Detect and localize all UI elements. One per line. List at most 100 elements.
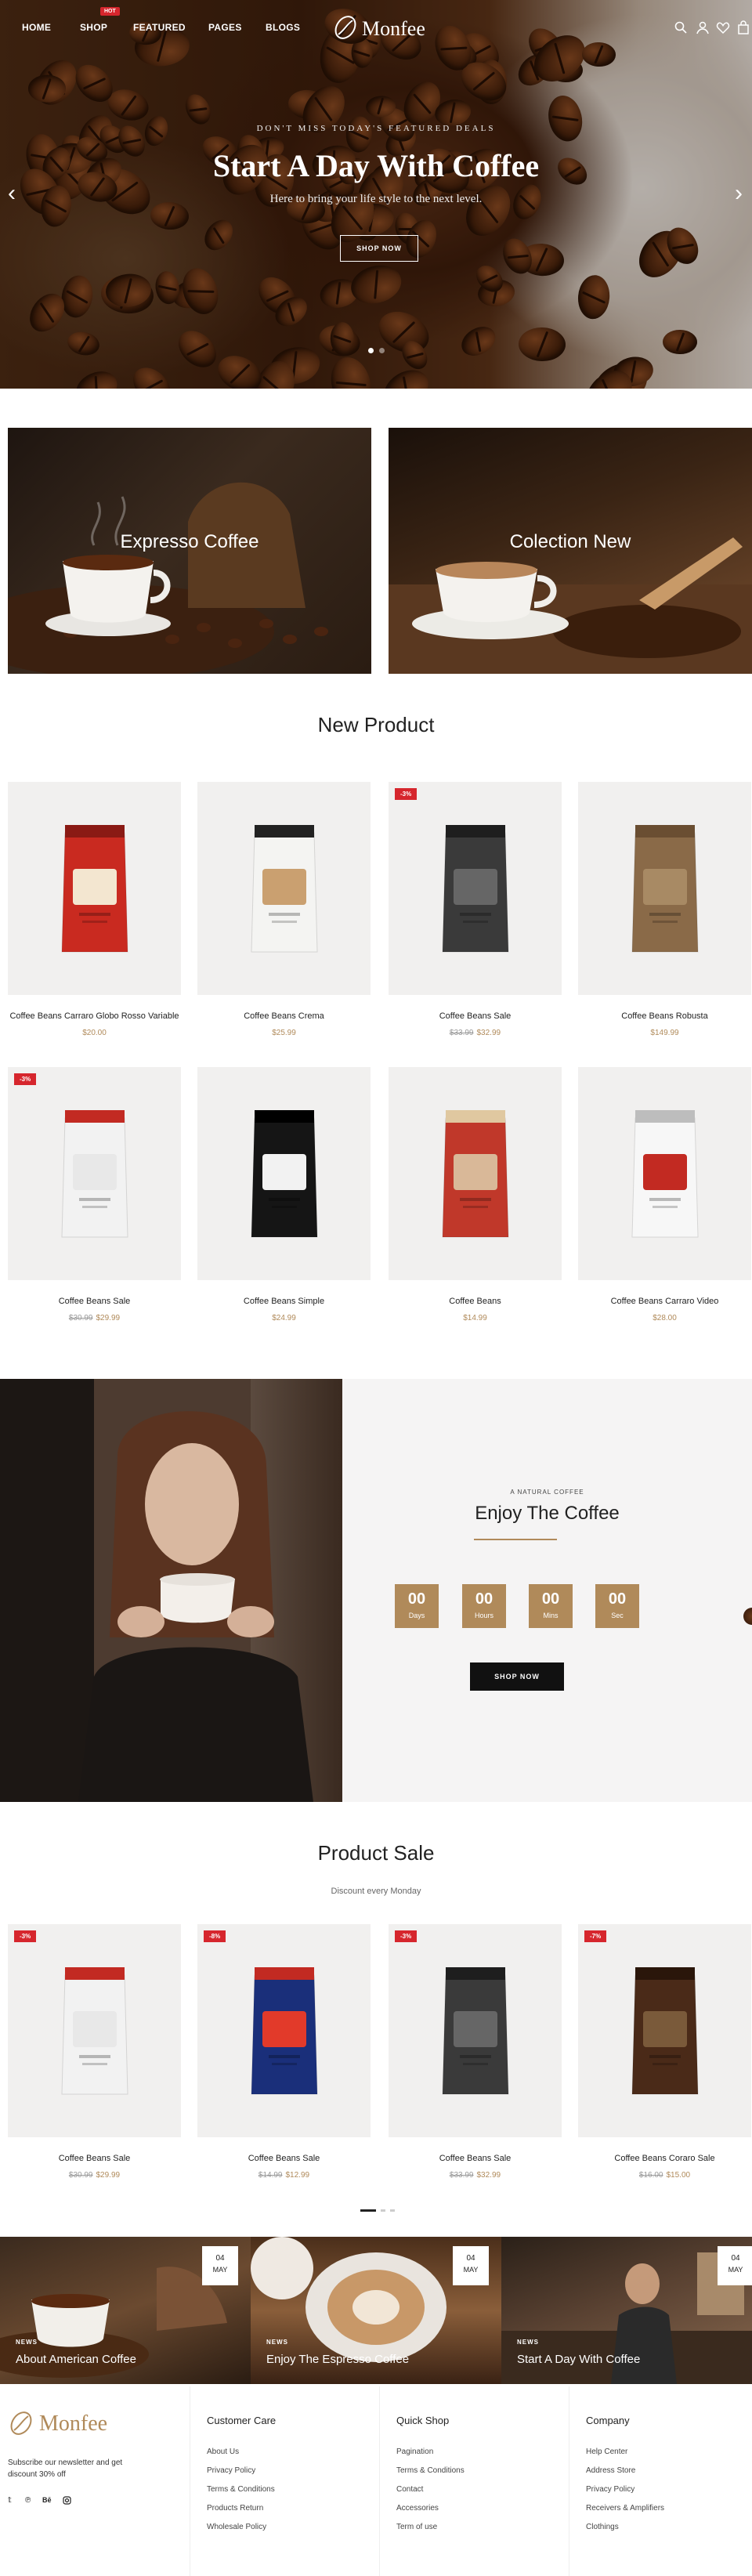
product-name[interactable]: Coffee Beans Crema (197, 1011, 371, 1022)
nav-featured[interactable]: FEATURED (133, 22, 186, 33)
product-image[interactable]: -3% (389, 1924, 562, 2137)
product-name[interactable]: Coffee Beans Sale (8, 2153, 181, 2165)
nav-blogs[interactable]: BLOGS (266, 22, 300, 33)
footer-link[interactable]: Terms & Conditions (207, 2485, 276, 2494)
current-price: $15.00 (666, 2171, 691, 2180)
twitter-icon[interactable]: 𝕥 (8, 2496, 12, 2505)
footer-link[interactable]: Privacy Policy (586, 2485, 664, 2494)
behance-icon[interactable]: Bē (42, 2496, 52, 2504)
news-card-1[interactable]: 04 MAY NEWS About American Coffee (0, 2237, 251, 2384)
coffee-bean-logo-icon (334, 16, 356, 39)
footer-link[interactable]: Privacy Policy (207, 2466, 276, 2475)
product-sale-subtitle: Discount every Monday (331, 1887, 421, 1896)
news-day: 04 (731, 2254, 740, 2263)
footer-link[interactable]: Address Store (586, 2466, 664, 2475)
nav-home[interactable]: HOME (22, 22, 51, 33)
nav-shop[interactable]: SHOP (80, 22, 107, 33)
product-image[interactable] (8, 782, 181, 995)
slider-dot[interactable] (379, 348, 385, 353)
footer-link[interactable]: Wholesale Policy (207, 2523, 276, 2531)
hot-badge: HOT (100, 7, 120, 16)
product-card[interactable]: -7% Coffee Beans Coraro Sale $16.00 $15.00 (578, 1924, 751, 2180)
footer-link[interactable]: Contact (396, 2485, 465, 2494)
product-image[interactable] (578, 782, 751, 995)
product-name[interactable]: Coffee Beans Simple (197, 1296, 371, 1308)
prev-slide-icon[interactable]: ‹ (8, 180, 16, 207)
news-title[interactable]: About American Coffee (16, 2353, 136, 2366)
carousel-page[interactable] (381, 2209, 385, 2212)
news-month: MAY (212, 2266, 228, 2274)
product-card[interactable]: Coffee Beans Simple $24.99 (197, 1067, 371, 1322)
product-image[interactable]: -3% (8, 1924, 181, 2137)
wishlist-heart-icon[interactable] (716, 20, 730, 34)
product-name[interactable]: Coffee Beans Sale (389, 1011, 562, 1022)
news-date: 04 MAY (202, 2246, 238, 2285)
product-card[interactable]: -3% Coffee Beans Sale $30.99 $29.99 (8, 1067, 181, 1322)
product-image[interactable]: -7% (578, 1924, 751, 2137)
product-image[interactable] (578, 1067, 751, 1280)
product-name[interactable]: Coffee Beans Sale (8, 1296, 181, 1308)
product-image[interactable] (389, 1067, 562, 1280)
carousel-page[interactable] (390, 2209, 395, 2212)
news-title[interactable]: Start A Day With Coffee (517, 2353, 640, 2366)
nav-pages[interactable]: PAGES (208, 22, 242, 33)
hero-slider: HOME SHOP HOT FEATURED PAGES BLOGS Monfe… (0, 0, 752, 389)
product-card[interactable]: -3% Coffee Beans Sale $33.99 $32.99 (389, 1924, 562, 2180)
product-image[interactable] (197, 1067, 371, 1280)
product-name[interactable]: Coffee Beans Carraro Globo Rosso Variabl… (8, 1011, 181, 1022)
banner-label: Expresso Coffee (120, 531, 259, 552)
footer-link[interactable]: About Us (207, 2448, 276, 2456)
news-title[interactable]: Enjoy The Espresso Coffee (266, 2353, 409, 2366)
slider-dot-active[interactable] (368, 348, 374, 353)
product-card[interactable]: Coffee Beans Robusta $149.99 (578, 782, 751, 1037)
banner-expresso[interactable]: Expresso Coffee (8, 428, 371, 674)
product-image[interactable] (197, 782, 371, 995)
news-card-3[interactable]: 04 MAY NEWS Start A Day With Coffee (501, 2237, 752, 2384)
cart-bag-icon[interactable] (736, 20, 750, 34)
account-icon[interactable] (696, 20, 710, 34)
search-icon[interactable] (674, 20, 688, 34)
news-card-2[interactable]: 04 MAY NEWS Enjoy The Espresso Coffee (251, 2237, 501, 2384)
banner-collection[interactable]: Colection New (389, 428, 752, 674)
product-name[interactable]: Coffee Beans Sale (197, 2153, 371, 2165)
footer-link[interactable]: Receivers & Amplifiers (586, 2504, 664, 2513)
footer-link[interactable]: Help Center (586, 2448, 664, 2456)
footer-link[interactable]: Term of use (396, 2523, 465, 2531)
footer-link[interactable]: Pagination (396, 2448, 465, 2456)
footer-logo[interactable]: Monfee (8, 2410, 164, 2441)
product-price: $149.99 (578, 1029, 751, 1037)
product-name[interactable]: Coffee Beans Coraro Sale (578, 2153, 751, 2165)
carousel-page-active[interactable] (360, 2209, 376, 2212)
enjoy-shop-now-button[interactable]: SHOP NOW (470, 1662, 564, 1691)
social-links: 𝕥 ℗ Bē (8, 2496, 102, 2507)
product-price: $20.00 (8, 1029, 181, 1037)
coffee-bag-image (60, 1967, 128, 2095)
countdown-days: 00 Days (395, 1584, 439, 1628)
pinterest-icon[interactable]: ℗ (25, 2496, 31, 2505)
footer-link[interactable]: Terms & Conditions (396, 2466, 465, 2475)
logo[interactable]: Monfee (329, 13, 439, 44)
discount-badge: -7% (584, 1930, 607, 1942)
product-card[interactable]: -3% Coffee Beans Sale $33.99 $32.99 (389, 782, 562, 1037)
product-card[interactable]: -8% Coffee Beans Sale $14.99 $12.99 (197, 1924, 371, 2180)
product-name[interactable]: Coffee Beans Sale (389, 2153, 562, 2165)
product-image[interactable]: -3% (8, 1067, 181, 1280)
footer-link[interactable]: Clothings (586, 2523, 664, 2531)
product-image[interactable]: -8% (197, 1924, 371, 2137)
next-slide-icon[interactable]: › (735, 180, 743, 207)
product-image[interactable]: -3% (389, 782, 562, 995)
product-name[interactable]: Coffee Beans (389, 1296, 562, 1308)
product-card[interactable]: Coffee Beans Crema $25.99 (197, 782, 371, 1037)
hero-title: Start A Day With Coffee (212, 148, 540, 183)
product-card[interactable]: Coffee Beans $14.99 (389, 1067, 562, 1322)
product-card[interactable]: Coffee Beans Carraro Video $28.00 (578, 1067, 751, 1322)
product-name[interactable]: Coffee Beans Carraro Video (578, 1296, 751, 1308)
footer-link[interactable]: Accessories (396, 2504, 465, 2513)
coffee-bag-image (60, 1110, 128, 1238)
product-name[interactable]: Coffee Beans Robusta (578, 1011, 751, 1022)
product-card[interactable]: -3% Coffee Beans Sale $30.99 $29.99 (8, 1924, 181, 2180)
product-card[interactable]: Coffee Beans Carraro Globo Rosso Variabl… (8, 782, 181, 1037)
footer-link[interactable]: Products Return (207, 2504, 276, 2513)
instagram-icon[interactable] (63, 2496, 71, 2505)
hero-shop-now-button[interactable]: SHOP NOW (340, 235, 418, 262)
